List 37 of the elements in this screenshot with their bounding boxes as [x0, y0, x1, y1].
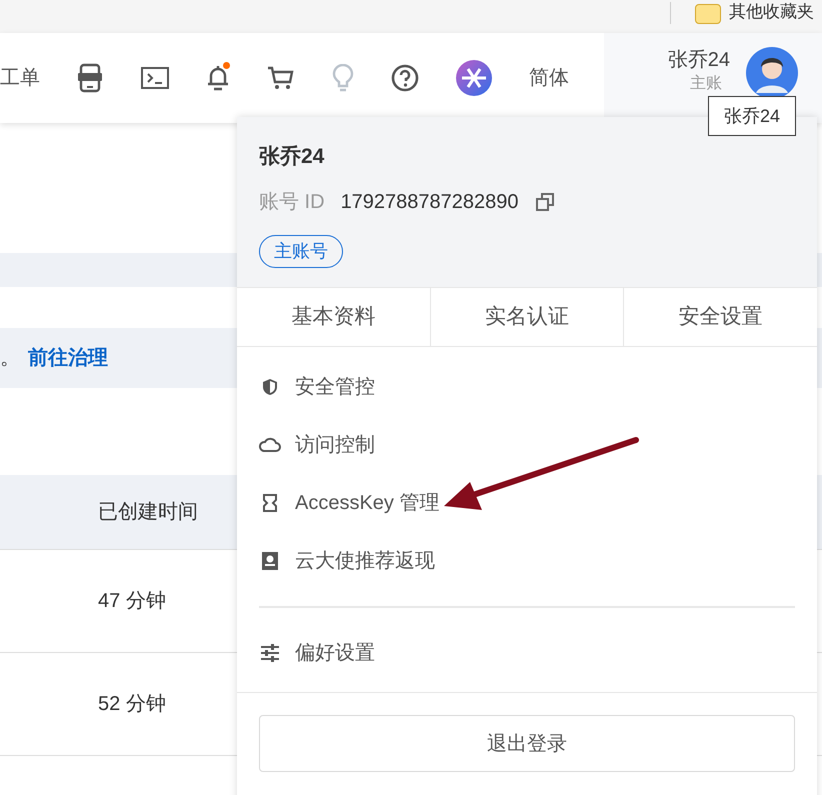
table-cell-text: 52 分钟 — [98, 692, 166, 717]
bookmark-folder[interactable]: 其他收藏夹 — [729, 2, 814, 22]
menu-item[interactable]: 云大使推荐返现 — [259, 532, 795, 590]
terminal-icon[interactable] — [141, 66, 169, 90]
help-icon[interactable] — [391, 64, 419, 92]
menu-item[interactable]: AccessKey 管理 — [259, 474, 795, 532]
phone-icon[interactable] — [76, 63, 104, 93]
alert-link[interactable]: 前往治理 — [28, 343, 108, 373]
logout-button[interactable]: 退出登录 — [259, 715, 795, 772]
cart-icon[interactable] — [267, 65, 295, 91]
menu-item[interactable]: 访问控制 — [259, 416, 795, 474]
folder-icon — [695, 4, 721, 24]
menu-item[interactable]: 偏好设置 — [259, 624, 795, 682]
account-type: 主账 — [690, 75, 722, 93]
profile-tab[interactable]: 实名认证 — [430, 288, 624, 346]
alert-text: 。 — [0, 346, 21, 371]
id-value: 1792788787282890 — [340, 190, 519, 214]
profile-tab[interactable]: 安全设置 — [623, 288, 818, 346]
nav-link[interactable]: 工单 — [0, 63, 40, 93]
account-name: 张乔24 — [259, 144, 326, 170]
avatar[interactable] — [746, 47, 798, 99]
logo-icon[interactable] — [456, 60, 492, 96]
column-header: 已创建时间 — [98, 500, 198, 525]
card-icon — [261, 551, 279, 571]
tooltip: 张乔24 — [708, 96, 796, 136]
user-name: 张乔24 — [668, 48, 730, 73]
bell-icon[interactable] — [206, 64, 230, 92]
menu-item[interactable]: 安全管控 — [259, 358, 795, 416]
cloud-icon — [259, 437, 281, 453]
id-label: 账号 ID — [259, 190, 325, 214]
sliders-icon — [260, 643, 280, 663]
copy-icon[interactable] — [534, 192, 555, 212]
account-tag: 主账号 — [259, 234, 343, 268]
language-link[interactable]: 简体 — [529, 63, 569, 93]
shield-icon — [260, 377, 280, 397]
profile-tab[interactable]: 基本资料 — [237, 288, 430, 346]
table-cell-text: 47 分钟 — [98, 589, 166, 614]
